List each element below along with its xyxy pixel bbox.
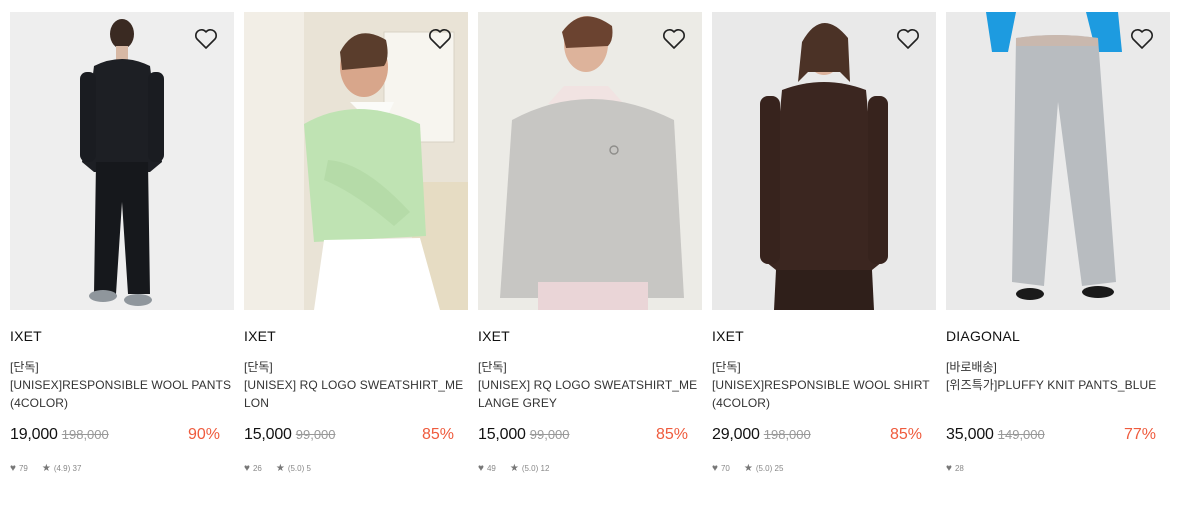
like-count: 79: [18, 463, 28, 473]
original-price: 198,000: [763, 427, 811, 442]
brand-name[interactable]: IXET: [10, 328, 234, 346]
product-image[interactable]: [244, 12, 468, 310]
heart-icon: ♥: [946, 462, 952, 474]
star-icon: ★: [743, 462, 753, 474]
wishlist-heart-icon[interactable]: [1130, 28, 1154, 50]
rating: (4.9): [53, 463, 71, 473]
product-name[interactable]: [UNISEX] RQ LOGO SWEATSHIRT_MELANGE GREY: [478, 376, 702, 412]
original-price: 149,000: [997, 427, 1045, 442]
product-card[interactable]: IXET [단독] [UNISEX] RQ LOGO SWEATSHIRT_ME…: [478, 12, 702, 474]
product-photo: [244, 12, 468, 310]
product-stats: ♥ 70 ★ (5.0) 25: [712, 462, 936, 474]
brand-name[interactable]: IXET: [244, 328, 468, 346]
original-price: 99,000: [529, 427, 570, 442]
review-count: 25: [774, 463, 784, 473]
wishlist-heart-icon[interactable]: [194, 28, 218, 50]
rating: (5.0): [521, 463, 539, 473]
product-tag: [단독]: [712, 360, 741, 374]
product-name[interactable]: [UNISEX] RQ LOGO SWEATSHIRT_MELON: [244, 376, 468, 412]
discount-rate: 77%: [1123, 426, 1156, 443]
product-tag: [바로배송]: [946, 360, 997, 374]
product-image[interactable]: [478, 12, 702, 310]
discount-rate: 90%: [187, 426, 220, 443]
product-image[interactable]: [946, 12, 1170, 310]
price-row: 15,000 99,000 85%: [244, 426, 468, 446]
product-image[interactable]: [10, 12, 234, 310]
price-row: 35,000 149,000 77%: [946, 426, 1170, 446]
discount-rate: 85%: [655, 426, 688, 443]
rating: (5.0): [287, 463, 305, 473]
wishlist-heart-icon[interactable]: [662, 28, 686, 50]
like-count: 28: [954, 463, 964, 473]
product-stats: ♥ 49 ★ (5.0) 12: [478, 462, 702, 474]
product-card[interactable]: IXET [단독] [UNISEX] RQ LOGO SWEATSHIRT_ME…: [244, 12, 468, 474]
review-count: 12: [540, 463, 550, 473]
wishlist-heart-icon[interactable]: [428, 28, 452, 50]
heart-icon: ♥: [10, 462, 16, 474]
sale-price: 35,000: [946, 426, 994, 443]
sale-price: 29,000: [712, 426, 760, 443]
product-tag: [단독]: [478, 360, 507, 374]
product-card[interactable]: DIAGONAL [바로배송] [위즈특가]PLUFFY KNIT PANTS_…: [946, 12, 1170, 474]
product-grid: IXET [단독] [UNISEX]RESPONSIBLE WOOL PANTS…: [10, 12, 1170, 474]
star-icon: ★: [275, 462, 285, 474]
review-count: 37: [72, 463, 82, 473]
product-stats: ♥ 79 ★ (4.9) 37: [10, 462, 234, 474]
product-stats: ♥ 26 ★ (5.0) 5: [244, 462, 468, 474]
brand-name[interactable]: IXET: [478, 328, 702, 346]
star-icon: ★: [509, 462, 519, 474]
rating: (5.0): [755, 463, 773, 473]
product-photo: [712, 12, 936, 310]
brand-name[interactable]: IXET: [712, 328, 936, 346]
like-count: 70: [720, 463, 730, 473]
star-icon: ★: [41, 462, 51, 474]
brand-name[interactable]: DIAGONAL: [946, 328, 1170, 346]
product-card[interactable]: IXET [단독] [UNISEX]RESPONSIBLE WOOL PANTS…: [10, 12, 234, 474]
product-tag: [단독]: [10, 360, 39, 374]
product-name[interactable]: [위즈특가]PLUFFY KNIT PANTS_BLUE: [946, 376, 1170, 412]
like-count: 26: [252, 463, 262, 473]
wishlist-heart-icon[interactable]: [896, 28, 920, 50]
product-photo: [478, 12, 702, 310]
discount-rate: 85%: [421, 426, 454, 443]
original-price: 198,000: [61, 427, 109, 442]
heart-icon: ♥: [478, 462, 484, 474]
price-row: 15,000 99,000 85%: [478, 426, 702, 446]
product-photo: [946, 12, 1170, 310]
sale-price: 19,000: [10, 426, 58, 443]
heart-icon: ♥: [244, 462, 250, 474]
original-price: 99,000: [295, 427, 336, 442]
review-count: 5: [306, 463, 311, 473]
sale-price: 15,000: [244, 426, 292, 443]
product-name[interactable]: [UNISEX]RESPONSIBLE WOOL SHIRT (4COLOR): [712, 376, 936, 412]
heart-icon: ♥: [712, 462, 718, 474]
product-stats: ♥ 28: [946, 462, 1170, 474]
product-image[interactable]: [712, 12, 936, 310]
like-count: 49: [486, 463, 496, 473]
product-photo: [10, 12, 234, 310]
product-name[interactable]: [UNISEX]RESPONSIBLE WOOL PANTS (4COLOR): [10, 376, 234, 412]
product-tag: [단독]: [244, 360, 273, 374]
price-row: 19,000 198,000 90%: [10, 426, 234, 446]
price-row: 29,000 198,000 85%: [712, 426, 936, 446]
discount-rate: 85%: [889, 426, 922, 443]
sale-price: 15,000: [478, 426, 526, 443]
product-card[interactable]: IXET [단독] [UNISEX]RESPONSIBLE WOOL SHIRT…: [712, 12, 936, 474]
